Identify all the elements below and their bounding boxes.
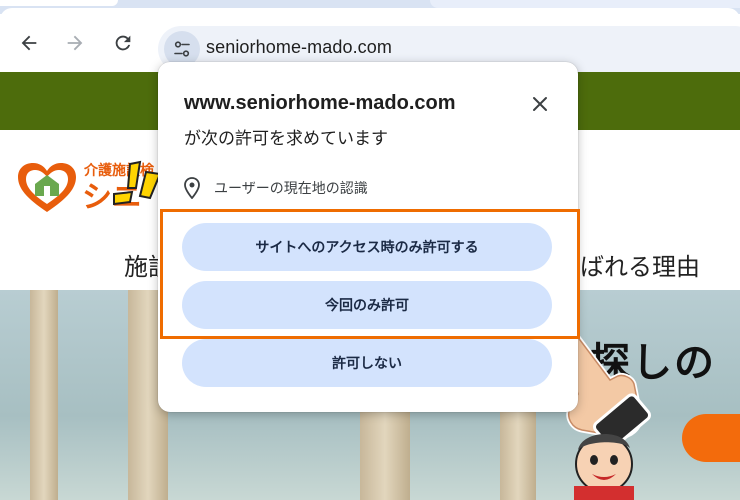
deny-button[interactable]: 許可しない — [182, 339, 552, 387]
reload-icon — [115, 35, 131, 51]
popup-title: www.seniorhome-mado.com — [184, 92, 456, 114]
tab-right[interactable] — [430, 0, 740, 8]
section-heading-right: ばれる理由 — [580, 253, 700, 281]
back-arrow-icon — [21, 35, 37, 51]
hero-cta-button[interactable] — [682, 414, 740, 462]
popup-subtitle: が次の許可を求めています — [184, 129, 388, 149]
forward-arrow-icon — [67, 35, 83, 51]
reload-button[interactable] — [110, 30, 136, 56]
hero-pillar — [30, 290, 58, 500]
logo-heart-icon — [18, 163, 76, 212]
close-icon — [533, 97, 547, 111]
highlight-annotation-box — [160, 209, 580, 339]
permission-row: ユーザーの現在地の認識 — [184, 176, 368, 200]
permission-label: ユーザーの現在地の認識 — [214, 181, 368, 197]
url-text[interactable]: seniorhome-mado.com — [206, 37, 392, 58]
forward-button[interactable] — [62, 30, 88, 56]
tab-left[interactable] — [0, 0, 118, 6]
tune-icon — [174, 41, 190, 57]
back-button[interactable] — [16, 30, 42, 56]
location-pin-icon — [184, 177, 200, 199]
close-button[interactable] — [528, 92, 552, 116]
